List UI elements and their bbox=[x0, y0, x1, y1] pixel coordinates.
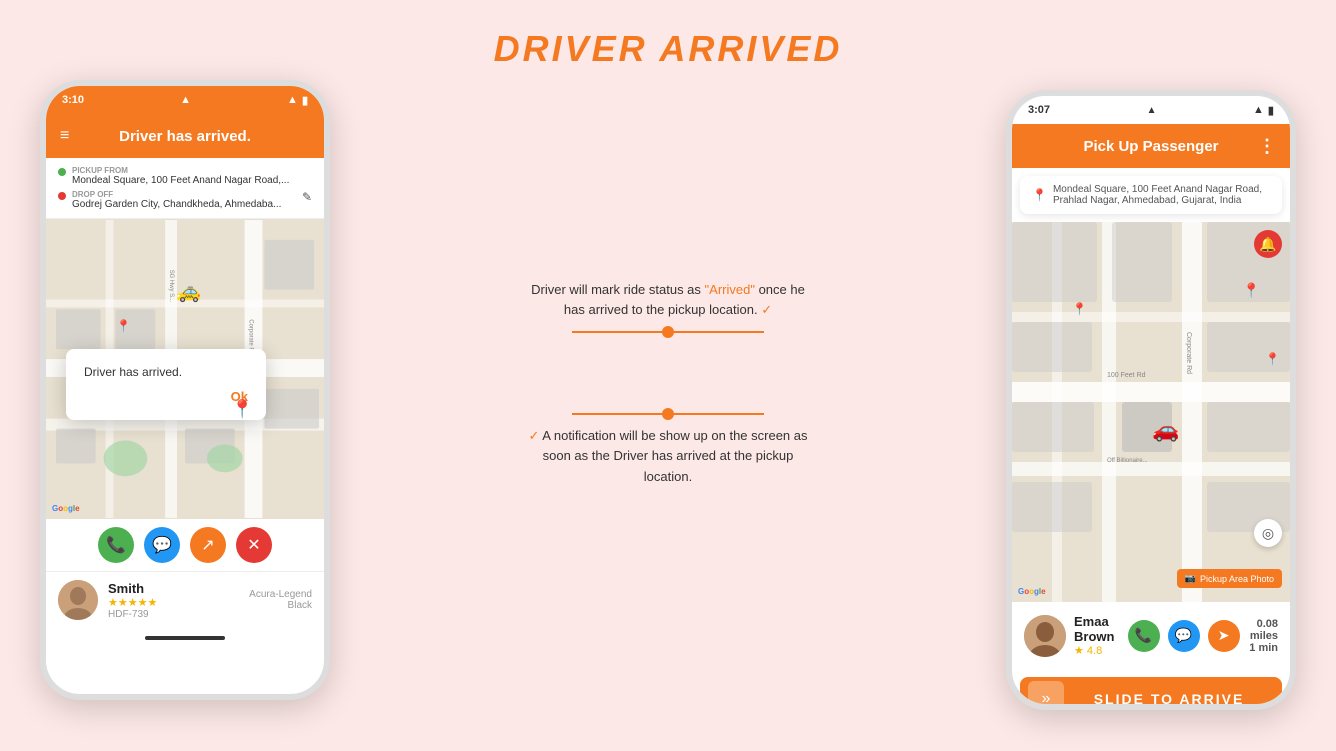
alert-ok-button[interactable]: Ok bbox=[84, 389, 248, 404]
crosshair-button[interactable]: ◎ bbox=[1254, 519, 1282, 547]
annotation-1-text: Driver will mark ride status as "Arrived… bbox=[528, 280, 808, 320]
left-driver-info: Smith ★★★★★ HDF-739 Acura-Legend Black bbox=[46, 571, 324, 628]
left-wifi-icon: ▲ bbox=[287, 94, 298, 106]
passenger-distance: 0.08 miles 1 min bbox=[1248, 618, 1278, 654]
edit-icon[interactable]: ✎ bbox=[302, 190, 312, 204]
camera-icon: 📷 bbox=[1185, 573, 1196, 584]
passenger-name: Emaa Brown bbox=[1074, 614, 1120, 644]
cancel-button[interactable]: ✕ bbox=[236, 527, 272, 563]
pickup-label: PICKUP FROM bbox=[72, 166, 289, 175]
right-address: Mondeal Square, 100 Feet Anand Nagar Roa… bbox=[1053, 184, 1270, 206]
right-bottom-panel: Emaa Brown ★ 4.8 📞 💬 ➤ 0.08 miles 1 min bbox=[1012, 602, 1290, 669]
left-home-indicator bbox=[46, 628, 324, 648]
pickup-address: Mondeal Square, 100 Feet Anand Nagar Roa… bbox=[72, 175, 289, 186]
location-icon: 📍 bbox=[1032, 188, 1047, 202]
left-time: 3:10 bbox=[62, 94, 84, 106]
map-pin-2: 📍 bbox=[116, 319, 131, 333]
left-address-bar: PICKUP FROM Mondeal Square, 100 Feet Ana… bbox=[46, 158, 324, 219]
right-google-logo: Google bbox=[1018, 587, 1046, 596]
annotation-2-text: ✓ A notification will be show up on the … bbox=[528, 426, 808, 486]
message-passenger-button[interactable]: 💬 bbox=[1168, 620, 1200, 652]
alert-message: Driver has arrived. bbox=[84, 365, 248, 379]
call-passenger-button[interactable]: 📞 bbox=[1128, 620, 1160, 652]
pickup-photo-button[interactable]: 📷 Pickup Area Photo bbox=[1177, 569, 1282, 588]
driver-car-color: Black bbox=[249, 600, 312, 611]
more-icon[interactable]: ⋮ bbox=[1258, 136, 1276, 157]
driver-id: HDF-739 bbox=[108, 609, 157, 620]
notification-bell: 🔔 bbox=[1254, 230, 1282, 258]
right-status-bar: 3:07 ▲ ▲ ▮ bbox=[1012, 96, 1290, 124]
svg-text:Corporate Rd: Corporate Rd bbox=[1185, 332, 1192, 374]
driver-stars: ★★★★★ bbox=[108, 596, 157, 609]
svg-text:100 Feet Rd: 100 Feet Rd bbox=[1107, 372, 1146, 379]
left-battery-icon: ▮ bbox=[302, 94, 308, 107]
left-phone: 3:10 ▲ ▲ ▮ ≡ Driver has arrived. PICKUP … bbox=[40, 80, 330, 700]
contact-buttons: 📞 💬 ➤ bbox=[1128, 620, 1240, 652]
right-wifi-icon: ▲ bbox=[1253, 104, 1264, 116]
menu-icon[interactable]: ≡ bbox=[60, 127, 69, 145]
navigate-passenger-button[interactable]: ➤ bbox=[1208, 620, 1240, 652]
right-map-pin-1: 📍 bbox=[1243, 282, 1260, 299]
passenger-rating: ★ 4.8 bbox=[1074, 644, 1120, 657]
phone-button[interactable]: 📞 bbox=[98, 527, 134, 563]
right-car-icon: 🚗 bbox=[1152, 417, 1179, 443]
right-search-bar[interactable]: 📍 Mondeal Square, 100 Feet Anand Nagar R… bbox=[1020, 176, 1282, 214]
right-time: 3:07 bbox=[1028, 104, 1050, 116]
left-action-bar: 📞 💬 ↗ ✕ bbox=[46, 519, 324, 571]
pickup-photo-label: Pickup Area Photo bbox=[1200, 574, 1274, 584]
right-map-pin-3: 📍 bbox=[1072, 302, 1087, 316]
passenger-avatar bbox=[1024, 615, 1066, 657]
svg-text:Off Billionaire...: Off Billionaire... bbox=[1107, 458, 1148, 464]
share-button[interactable]: ↗ bbox=[190, 527, 226, 563]
page-title: DRIVER ARRIVED bbox=[0, 0, 1336, 70]
chat-button[interactable]: 💬 bbox=[144, 527, 180, 563]
car-map-icon: 🚕 bbox=[176, 279, 201, 304]
right-phone: 3:07 ▲ ▲ ▮ Pick Up Passenger ⋮ 📍 Mondeal… bbox=[1006, 90, 1296, 710]
right-header: Pick Up Passenger ⋮ bbox=[1012, 124, 1290, 168]
driver-avatar bbox=[58, 580, 98, 620]
left-header-title: Driver has arrived. bbox=[119, 128, 251, 145]
slide-handle: » bbox=[1028, 681, 1064, 710]
left-status-bar: 3:10 ▲ ▲ ▮ bbox=[46, 86, 324, 114]
home-bar bbox=[145, 636, 225, 640]
annotation-section: Driver will mark ride status as "Arrived… bbox=[330, 140, 1006, 487]
dropoff-dot bbox=[58, 192, 66, 200]
slide-to-arrive-button[interactable]: » SLIDE TO ARRIVE bbox=[1020, 677, 1282, 710]
left-header: ≡ Driver has arrived. bbox=[46, 114, 324, 158]
right-map: Corporate Rd 100 Feet Rd Off Billionaire… bbox=[1012, 222, 1290, 602]
svg-text:SG Hwy S...: SG Hwy S... bbox=[168, 270, 174, 303]
pickup-dot bbox=[58, 168, 66, 176]
driver-name: Smith bbox=[108, 581, 157, 596]
right-map-pin-2: 📍 bbox=[1265, 352, 1280, 366]
right-nav-icon: ▲ bbox=[1147, 105, 1157, 116]
left-map: 100 Feet Rd Corporate Rd SG Hwy S... Dri… bbox=[46, 219, 324, 519]
map-pin-1: 📍 bbox=[231, 399, 253, 420]
right-header-title: Pick Up Passenger bbox=[1083, 138, 1218, 155]
google-logo: Google bbox=[52, 504, 80, 513]
driver-car: Acura-Legend bbox=[249, 589, 312, 600]
slide-to-arrive-label: SLIDE TO ARRIVE bbox=[1064, 691, 1274, 707]
dropoff-address: Godrej Garden City, Chandkheda, Ahmedaba… bbox=[72, 199, 281, 210]
dropoff-label: DROP OFF bbox=[72, 190, 281, 199]
right-battery-icon: ▮ bbox=[1268, 104, 1274, 117]
left-location-icon: ▲ bbox=[180, 94, 191, 106]
